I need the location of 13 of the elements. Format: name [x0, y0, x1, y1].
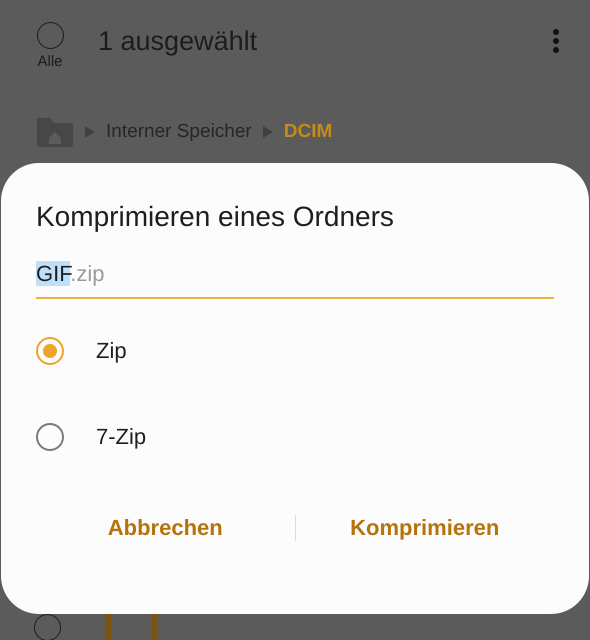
select-all-label: Alle	[37, 53, 62, 70]
more-options-icon[interactable]	[552, 28, 560, 54]
cancel-button[interactable]: Abbrechen	[36, 507, 294, 549]
compress-button[interactable]: Komprimieren	[296, 507, 554, 549]
select-all-checkbox[interactable]	[36, 22, 64, 49]
chevron-icon	[84, 125, 96, 139]
format-option[interactable]: Zip	[36, 337, 554, 365]
dialog-title: Komprimieren eines Ordners	[36, 201, 395, 233]
format-option[interactable]: 7-Zip	[36, 423, 554, 451]
chevron-icon	[262, 125, 274, 139]
breadcrumb-item[interactable]: DCIM	[284, 121, 332, 143]
filename-field[interactable]: GIF.zip	[36, 261, 554, 299]
selection-title: 1 ausgewählt	[98, 26, 258, 57]
